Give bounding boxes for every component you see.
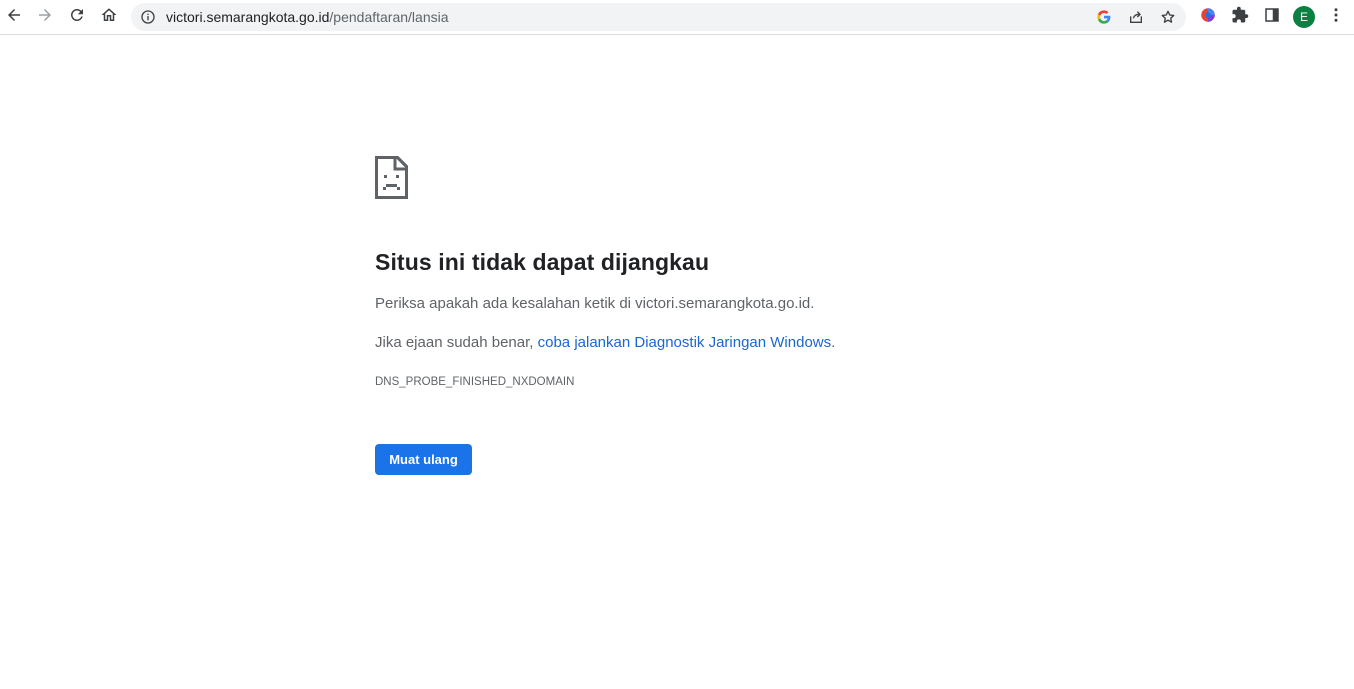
error-code: DNS_PROBE_FINISHED_NXDOMAIN [375, 376, 575, 388]
side-panel-icon [1263, 6, 1281, 29]
error-title: Situs ini tidak dapat dijangkau [375, 249, 710, 275]
google-icon[interactable] [1094, 7, 1114, 27]
forward-button[interactable] [31, 3, 59, 31]
url-text[interactable]: victori.semarangkota.go.id/pendaftaran/l… [166, 9, 449, 25]
url-path: /pendaftaran/lansia [329, 9, 449, 25]
back-arrow-icon [5, 6, 23, 29]
kebab-menu-icon [1327, 6, 1345, 29]
star-icon[interactable] [1158, 7, 1178, 27]
side-panel-button[interactable] [1258, 3, 1286, 31]
reload-icon [68, 6, 86, 29]
network-diagnostics-link[interactable]: coba jalankan Diagnostik Jaringan Window… [538, 334, 832, 351]
profile-avatar[interactable]: E [1293, 6, 1315, 28]
menu-button[interactable] [1322, 3, 1350, 31]
sad-page-icon [375, 156, 408, 199]
reload-button[interactable] [63, 3, 91, 31]
share-icon[interactable] [1126, 7, 1146, 27]
extension-colorful-button[interactable] [1194, 3, 1222, 31]
extensions-button[interactable] [1226, 3, 1254, 31]
extension-colorful-icon [1199, 6, 1217, 29]
typo-suggestion: Periksa apakah ada kesalahan ketik di vi… [375, 295, 815, 312]
back-button[interactable] [0, 3, 28, 31]
reload-page-button[interactable]: Muat ulang [375, 444, 472, 475]
home-icon [100, 6, 118, 29]
info-icon[interactable] [139, 8, 157, 26]
puzzle-icon [1231, 6, 1249, 29]
browser-toolbar: victori.semarangkota.go.id/pendaftaran/l… [0, 0, 1354, 35]
url-host: victori.semarangkota.go.id [166, 9, 330, 25]
diagnostics-suggestion: Jika ejaan sudah benar, coba jalankan Di… [375, 333, 835, 353]
diagnostics-suffix: . [831, 334, 836, 351]
home-button[interactable] [95, 3, 123, 31]
diagnostics-prefix: Jika ejaan sudah benar, [375, 334, 538, 351]
forward-arrow-icon [36, 6, 54, 29]
address-bar[interactable]: victori.semarangkota.go.id/pendaftaran/l… [131, 3, 1186, 31]
